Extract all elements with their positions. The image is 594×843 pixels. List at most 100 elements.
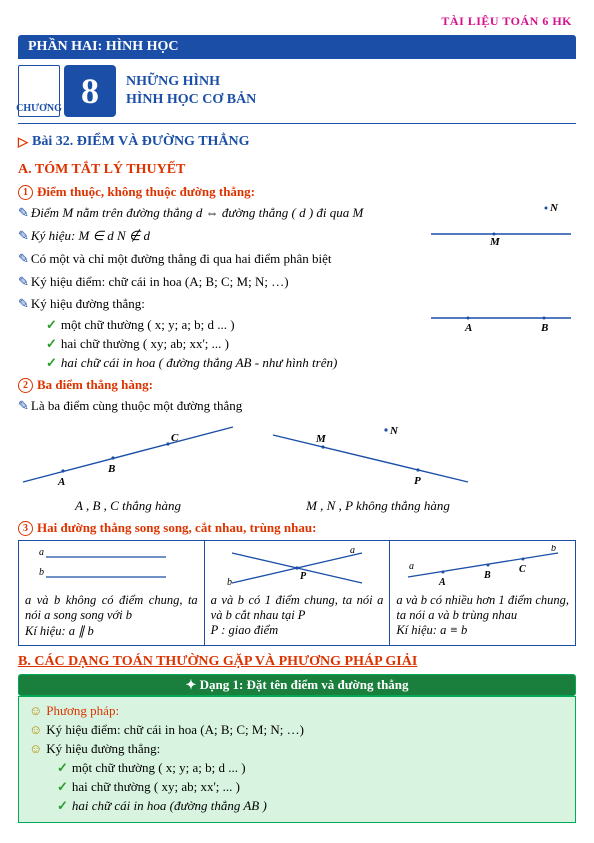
smile-icon: ☺ <box>29 722 42 737</box>
check-icon: ✓ <box>57 798 68 813</box>
caption-mnp: M , N , P không thẳng hàng <box>268 498 488 514</box>
check-3-text: hai chữ cái in hoa ( đường thẳng AB - nh… <box>61 355 337 370</box>
col-parallel: a b a và b không có điểm chung, ta nói a… <box>19 541 205 645</box>
svg-text:M: M <box>489 236 501 248</box>
pencil-icon: ✎ <box>18 296 29 311</box>
col-intersect: a b P a và b có 1 điểm chung, ta nói a v… <box>205 541 391 645</box>
check-icon: ✓ <box>57 760 68 775</box>
subsection-3-title: Hai đường thẳng song song, cắt nhau, trù… <box>37 520 316 536</box>
col-coincide: a b A B C a và b có nhiều hơn 1 điểm chun… <box>390 541 575 645</box>
svg-text:A: A <box>464 322 472 334</box>
check-2: ✓ hai chữ thường ( xy; ab; xx'; ... ) <box>18 336 576 352</box>
svg-text:b: b <box>551 545 556 554</box>
subsection-3-heading: 3 Hai đường thẳng song song, cắt nhau, t… <box>18 520 576 536</box>
svg-text:b: b <box>39 567 44 578</box>
method-title-text: Phương pháp: <box>46 703 119 718</box>
svg-text:B: B <box>107 463 115 475</box>
subsection-2-title: Ba điểm thẳng hàng: <box>37 377 153 393</box>
m2-text: Ký hiệu đường thẳng: <box>46 741 160 756</box>
check-icon: ✓ <box>46 336 57 351</box>
pencil-icon: ✎ <box>18 228 29 243</box>
three-column-table: a b a và b không có điểm chung, ta nói a… <box>18 540 576 646</box>
line-2-text: Ký hiệu: M ∈ d N ∉ d <box>31 228 150 243</box>
method-line-1: ☺ Ký hiệu điểm: chữ cái in hoa (A; B; C; … <box>29 722 565 738</box>
m-check-2: ✓ hai chữ thường ( xy; ab; xx'; ... ) <box>29 779 565 795</box>
svg-text:N: N <box>389 425 399 437</box>
check-icon: ✓ <box>46 317 57 332</box>
smile-icon: ☺ <box>29 703 42 718</box>
svg-text:N: N <box>549 202 559 214</box>
figure-noncollinear-mnp: M P N M , N , P không thẳng hàng <box>268 422 488 514</box>
method-box: ☺ Phương pháp: ☺ Ký hiệu điểm: chữ cái in … <box>18 696 576 823</box>
m1-text: Ký hiệu điểm: chữ cái in hoa (A; B; C; M… <box>46 722 304 737</box>
svg-text:M: M <box>315 433 327 445</box>
svg-text:A: A <box>438 577 446 588</box>
figure-point-N-M: N M <box>426 200 576 248</box>
line-1-text: Điểm M nằm trên đường thẳng d ⇔ đường th… <box>31 205 363 220</box>
line-6-text: Là ba điểm cùng thuộc một đường thẳng <box>31 398 242 413</box>
m-check-1: ✓ một chữ thường ( x; y; a; b; d ... ) <box>29 760 565 776</box>
part-bar: PHẦN HAI: HÌNH HỌC <box>18 35 576 59</box>
pencil-icon: ✎ <box>18 205 29 220</box>
mc3-text: hai chữ cái in hoa (đường thẳng AB ) <box>72 798 267 813</box>
figure-line-AB: A B <box>426 308 576 336</box>
line-4-text: Ký hiệu điểm: chữ cái in hoa (A; B; C; M… <box>31 274 289 289</box>
chapter-label: CHƯƠNG <box>18 65 60 117</box>
chapter-line2: HÌNH HỌC CƠ BẢN <box>126 91 256 109</box>
lesson-title-text: Bài 32. ĐIỂM VÀ ĐƯỜNG THẲNG <box>32 134 250 150</box>
smile-icon: ☺ <box>29 741 42 756</box>
svg-text:b: b <box>227 577 232 588</box>
line-3: ✎Có một và chỉ một đường thẳng đi qua ha… <box>18 250 576 269</box>
check-icon: ✓ <box>57 779 68 794</box>
check-1-text: một chữ thường ( x; y; a; b; d ... ) <box>61 317 235 332</box>
check-2-text: hai chữ thường ( xy; ab; xx'; ... ) <box>61 336 229 351</box>
svg-text:C: C <box>171 432 179 444</box>
caption-abc: A , B , C thẳng hàng <box>18 498 238 514</box>
svg-text:P: P <box>300 571 307 582</box>
section-b-heading: B. CÁC DẠNG TOÁN THƯỜNG GẶP VÀ PHƯƠNG PH… <box>18 654 576 670</box>
dang-1-bar: ✦ Dạng 1: Đặt tên điểm và đường thẳng <box>18 674 576 696</box>
line-6: ✎Là ba điểm cùng thuộc một đường thẳng <box>18 397 576 416</box>
m-check-3: ✓ hai chữ cái in hoa (đường thẳng AB ) <box>29 798 565 814</box>
col3-text1: a và b có nhiều hơn 1 điểm chung, ta nói… <box>396 593 569 623</box>
figure-collinear-abc: A B C A , B , C thẳng hàng <box>18 422 238 514</box>
method-heading: ☺ Phương pháp: <box>29 703 565 719</box>
line-4: ✎Ký hiệu điểm: chữ cái in hoa (A; B; C; … <box>18 273 576 292</box>
pencil-icon: ✎ <box>18 398 29 413</box>
svg-text:B: B <box>540 322 548 334</box>
col1-text2: Kí hiệu: a ∥ b <box>25 623 198 639</box>
chapter-number: 8 <box>64 65 116 117</box>
circle-3-icon: 3 <box>18 521 33 536</box>
pencil-icon: ✎ <box>18 251 29 266</box>
svg-text:P: P <box>414 475 421 487</box>
divider <box>18 123 576 124</box>
col2-text2: P : giao điểm <box>211 623 384 638</box>
col3-text2: Kí hiệu: a ≡ b <box>396 623 569 638</box>
collinear-figures-row: A B C A , B , C thẳng hàng M P N M , N ,… <box>18 422 576 514</box>
svg-text:B: B <box>483 570 491 581</box>
subsection-2-heading: 2 Ba điểm thẳng hàng: <box>18 377 576 393</box>
triangle-icon: ▷ <box>18 134 28 150</box>
circle-1-icon: 1 <box>18 185 33 200</box>
check-icon: ✓ <box>46 355 57 370</box>
subsection-1-title: Điểm thuộc, không thuộc đường thẳng: <box>37 184 255 200</box>
line-3-text: Có một và chỉ một đường thẳng đi qua hai… <box>31 251 332 266</box>
mc2-text: hai chữ thường ( xy; ab; xx'; ... ) <box>72 779 240 794</box>
lesson-title: ▷ Bài 32. ĐIỂM VÀ ĐƯỜNG THẲNG <box>18 134 576 150</box>
chapter-titles: NHỮNG HÌNH HÌNH HỌC CƠ BẢN <box>126 65 256 117</box>
col1-text1: a và b không có điểm chung, ta nói a son… <box>25 593 198 623</box>
svg-text:a: a <box>39 547 44 558</box>
doc-badge: TÀI LIỆU TOÁN 6 HK <box>18 14 576 29</box>
line-5-text: Ký hiệu đường thẳng: <box>31 296 145 311</box>
svg-text:C: C <box>519 564 526 575</box>
svg-text:a: a <box>409 561 414 572</box>
chapter-line1: NHỮNG HÌNH <box>126 73 256 91</box>
mc1-text: một chữ thường ( x; y; a; b; d ... ) <box>72 760 246 775</box>
col2-text1: a và b có 1 điểm chung, ta nói a và b cắ… <box>211 593 384 623</box>
svg-text:A: A <box>57 476 65 488</box>
method-line-2: ☺ Ký hiệu đường thẳng: <box>29 741 565 757</box>
chapter-row: CHƯƠNG 8 NHỮNG HÌNH HÌNH HỌC CƠ BẢN <box>18 65 576 117</box>
check-3: ✓ hai chữ cái in hoa ( đường thẳng AB - n… <box>18 355 576 371</box>
pencil-icon: ✎ <box>18 274 29 289</box>
subsection-1-heading: 1 Điểm thuộc, không thuộc đường thẳng: <box>18 184 576 200</box>
